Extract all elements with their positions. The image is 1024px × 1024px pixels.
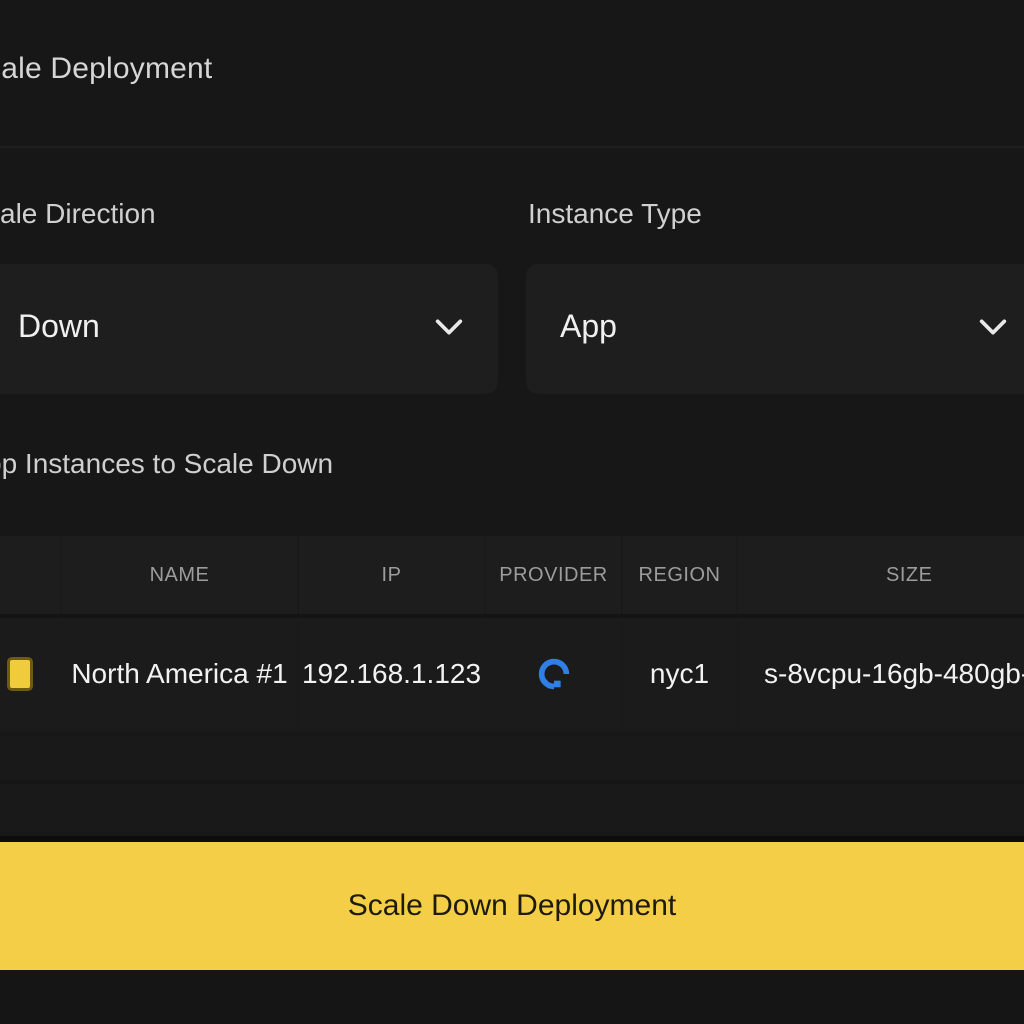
column-header-select <box>0 536 60 614</box>
column-header-ip[interactable]: IP <box>299 536 484 614</box>
scale-down-deployment-button[interactable]: Scale Down Deployment <box>0 836 1024 970</box>
instance-region: nyc1 <box>623 618 736 730</box>
scale-deployment-modal: cale Deployment cale Direction Instance … <box>0 0 1024 1024</box>
column-header-size[interactable]: SIZE <box>738 536 1024 614</box>
instance-name: North America #1 <box>62 618 297 730</box>
table-footer <box>0 736 1024 832</box>
modal-title: cale Deployment <box>0 52 213 85</box>
scale-direction-label: cale Direction <box>0 198 156 229</box>
title-divider <box>0 146 1024 148</box>
modal-footer <box>0 970 1024 1024</box>
column-header-name[interactable]: NAME <box>62 536 297 614</box>
instances-table: NAME IP PROVIDER REGION SIZE North Ameri… <box>0 536 1024 732</box>
instance-type-label: Instance Type <box>528 198 702 229</box>
digitalocean-icon <box>538 658 569 690</box>
instance-type-value: App <box>560 308 617 344</box>
column-header-region[interactable]: REGION <box>623 536 736 614</box>
scale-direction-select[interactable]: Down <box>0 264 498 394</box>
chevron-down-icon <box>435 319 463 335</box>
instance-type-select[interactable]: App <box>526 264 1024 394</box>
divider <box>0 780 1024 784</box>
table-row-checkbox-cell <box>0 618 60 730</box>
row-select-checkbox[interactable] <box>7 657 33 691</box>
instance-provider-cell <box>486 618 621 730</box>
instances-section-title: pp Instances to Scale Down <box>0 448 334 479</box>
scale-direction-value: Down <box>18 308 100 344</box>
chevron-down-icon <box>979 319 1007 335</box>
instance-size: s-8vcpu-16gb-480gb-in <box>738 618 1024 730</box>
instance-ip: 192.168.1.123 <box>299 618 484 730</box>
column-header-provider[interactable]: PROVIDER <box>486 536 621 614</box>
